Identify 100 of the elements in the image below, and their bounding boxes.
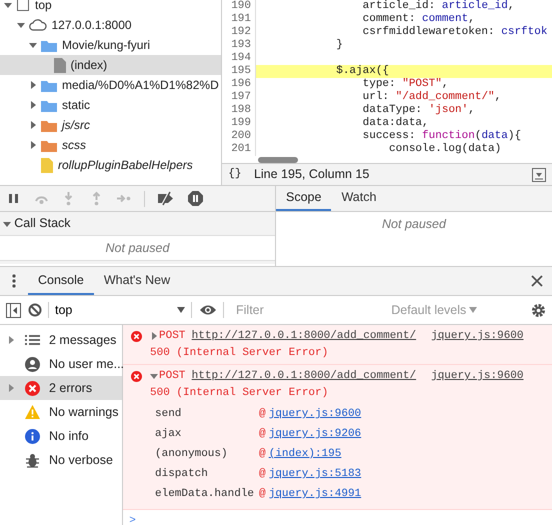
expand-arrow-icon[interactable] — [29, 121, 37, 129]
line-number: 190 — [222, 0, 256, 13]
line-number: 201 — [222, 143, 256, 156]
stack-function: ajax — [155, 427, 182, 442]
error-icon — [131, 330, 142, 342]
clear-icon[interactable] — [28, 303, 42, 317]
expand-arrow-icon[interactable] — [150, 332, 158, 340]
code-line: type: "POST", — [362, 78, 448, 90]
info-icon — [25, 428, 40, 444]
eye-icon[interactable] — [198, 304, 216, 316]
more-options-icon[interactable] — [12, 274, 16, 288]
expand-arrow-icon[interactable] — [7, 336, 15, 344]
close-icon[interactable] — [531, 275, 543, 287]
bug-icon — [25, 452, 40, 468]
tree-item[interactable]: js/src — [0, 115, 221, 135]
tree-item-label: scss — [62, 137, 86, 154]
at-sign: @ — [259, 427, 266, 442]
warning-icon — [25, 404, 40, 420]
drawer-tab[interactable]: What's New — [94, 267, 180, 295]
at-sign: @ — [259, 447, 266, 462]
code-line: article_id: article_id, — [362, 0, 514, 12]
panel-tab[interactable]: Scope — [276, 186, 332, 211]
drawer-tab[interactable]: Console — [28, 267, 94, 295]
stack-function: elemData.handle — [155, 487, 256, 502]
stack-function: dispatch — [155, 467, 209, 482]
sidebar-item[interactable]: No info — [0, 424, 122, 448]
stack-function: (anonymous) — [155, 447, 229, 462]
tree-item-label: 127.0.0.1:8000 — [52, 17, 132, 34]
tree-item[interactable]: static — [0, 95, 221, 115]
panel-tab[interactable]: Watch — [331, 186, 386, 211]
tree-item[interactable]: scss — [0, 135, 221, 155]
expand-arrow-icon[interactable] — [29, 41, 37, 49]
expand-arrow-icon[interactable] — [150, 372, 158, 380]
expand-arrow-icon[interactable] — [7, 384, 15, 392]
code-line: } — [335, 39, 343, 51]
stack-location-link[interactable]: (index):195 — [268, 444, 342, 464]
tree-item-label: rollupPluginBabelHelpers — [58, 157, 193, 174]
sidebar-item[interactable]: 2 messages — [0, 328, 122, 352]
stack-location-link[interactable]: jquery.js:9600 — [268, 404, 362, 424]
pretty-print-button[interactable]: {} — [228, 166, 242, 183]
sidebar-item[interactable]: 2 errors — [0, 376, 122, 400]
user-icon — [25, 356, 40, 372]
settings-icon[interactable] — [530, 302, 546, 318]
tree-item-label: media/%D0%A1%D1%82%D — [62, 77, 219, 94]
tree-item[interactable]: top — [0, 0, 221, 15]
expand-arrow-icon[interactable] — [29, 81, 37, 89]
stack-location-link[interactable]: jquery.js:4991 — [268, 484, 362, 504]
sidebar-item[interactable]: No warnings — [0, 400, 122, 424]
code-line: success: function(data){ — [362, 130, 522, 142]
at-sign: @ — [259, 407, 266, 422]
collapse-arrow-icon[interactable] — [3, 220, 12, 228]
tree-item[interactable]: media/%D0%A1%D1%82%D — [0, 75, 221, 95]
code-line: data:data, — [362, 117, 429, 129]
code-line: csrfmiddlewaretoken: csrftok — [362, 26, 548, 38]
pause-exceptions-icon[interactable] — [188, 191, 203, 206]
tree-item-label: top — [35, 0, 52, 14]
request-url[interactable]: http://127.0.0.1:8000/add_comment/ — [192, 368, 416, 384]
context-selector[interactable]: top — [55, 300, 185, 320]
expand-arrow-icon[interactable] — [4, 1, 12, 9]
line-number: 193 — [222, 39, 256, 52]
toggle-panel-icon[interactable] — [532, 168, 546, 182]
sidebar-toggle-icon[interactable] — [6, 302, 22, 318]
tree-item[interactable]: (index) — [0, 55, 221, 75]
line-number: 198 — [222, 104, 256, 117]
scrollbar-thumb[interactable] — [258, 157, 298, 163]
stack-location-link[interactable]: jquery.js:9206 — [268, 424, 362, 444]
tree-item[interactable]: 127.0.0.1:8000 — [0, 15, 221, 35]
line-number: 194 — [222, 52, 256, 65]
code-line: $.ajax({ — [335, 65, 390, 77]
section-title: Call Stack — [14, 215, 71, 232]
code-line: url: "/add_comment/", — [362, 91, 502, 103]
line-number: 196 — [222, 78, 256, 91]
code-line: comment: comment, — [362, 13, 475, 25]
breakpoints-off-icon[interactable] — [157, 191, 176, 206]
line-number: 199 — [222, 117, 256, 130]
line-number: 191 — [222, 13, 256, 26]
error-status: 500 (Internal Server Error) — [150, 386, 328, 400]
cloud-icon — [28, 19, 46, 31]
expand-arrow-icon[interactable] — [29, 141, 37, 149]
code-line: console.log(data) — [388, 143, 502, 155]
source-link[interactable]: jquery.js:9600 — [431, 328, 524, 344]
request-url[interactable]: http://127.0.0.1:8000/add_comment/ — [192, 328, 416, 344]
tree-item-label: Movie/kung-fyuri — [62, 37, 150, 54]
sidebar-item[interactable]: No verbose — [0, 448, 122, 472]
cursor-position: Line 195, Column 15 — [254, 166, 370, 184]
sidebar-item[interactable]: No user me... — [0, 352, 122, 376]
tree-item[interactable]: Movie/kung-fyuri — [0, 35, 221, 55]
dropdown-caret-icon — [177, 307, 185, 313]
error-icon — [25, 380, 40, 396]
stack-location-link[interactable]: jquery.js:5183 — [268, 464, 362, 484]
at-sign: @ — [259, 487, 266, 502]
dropdown-caret-icon — [469, 307, 478, 313]
source-link[interactable]: jquery.js:9600 — [431, 368, 524, 384]
expand-arrow-icon[interactable] — [16, 21, 24, 29]
console-prompt[interactable]: > — [129, 515, 136, 525]
tree-item-label: static — [62, 97, 90, 114]
error-method: POST — [159, 329, 186, 344]
expand-arrow-icon[interactable] — [29, 101, 37, 109]
tree-item[interactable]: rollupPluginBabelHelpers — [0, 155, 221, 175]
line-number: 197 — [222, 91, 256, 104]
